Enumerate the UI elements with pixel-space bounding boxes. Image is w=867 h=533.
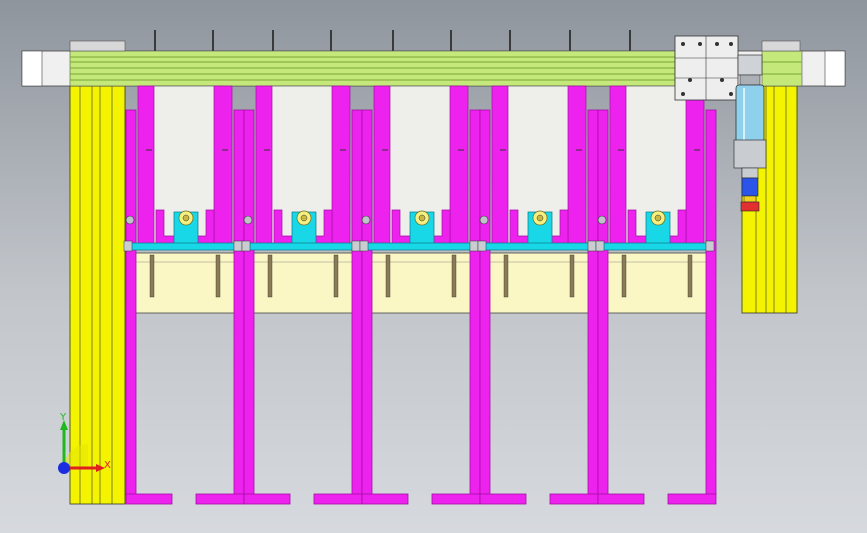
guide-rod — [333, 254, 339, 298]
station-foot-right — [667, 493, 717, 505]
guide-rod — [385, 254, 391, 298]
station-leg-right — [705, 109, 717, 496]
holder-upright-left — [491, 85, 509, 247]
suction-gripper — [740, 177, 760, 212]
station-leg-left — [125, 109, 137, 496]
guide-rod — [687, 254, 693, 298]
guide-rod — [267, 254, 273, 298]
rail-mounting-pins — [154, 30, 631, 51]
plate-end-cap — [233, 240, 243, 252]
transfer-plate — [597, 242, 713, 251]
plate-end-cap — [351, 240, 361, 252]
station-foot-left — [597, 493, 645, 505]
transfer-plate — [479, 242, 595, 251]
plate-end-cap — [587, 240, 597, 252]
guide-rod — [621, 254, 627, 298]
station-leg-right — [233, 109, 245, 496]
guide-rod — [149, 254, 155, 298]
side-screw — [597, 215, 607, 225]
holder-upright-left — [609, 85, 627, 247]
transfer-plate — [361, 242, 477, 251]
clamp-screw-center — [536, 214, 544, 222]
guide-rod — [569, 254, 575, 298]
plate-end-cap — [241, 240, 251, 252]
station-leg-left — [361, 109, 373, 496]
support-column-left — [69, 85, 126, 505]
guide-rod — [215, 254, 221, 298]
pneumatic-cylinder — [733, 54, 767, 179]
station-foot-right — [549, 493, 599, 505]
station-leg-left — [597, 109, 609, 496]
station-leg-left — [479, 109, 491, 496]
holder-upright-right — [685, 85, 705, 247]
holder-upright-left — [373, 85, 391, 247]
side-screw — [125, 215, 135, 225]
station-leg-right — [351, 109, 363, 496]
holder-upright-left — [255, 85, 273, 247]
side-screw — [243, 215, 253, 225]
station-foot-left — [125, 493, 173, 505]
clamp-screw-center — [300, 214, 308, 222]
station-foot-right — [313, 493, 363, 505]
station-leg-right — [469, 109, 481, 496]
y-axis-label: Y — [60, 412, 67, 423]
plate-end-cap — [359, 240, 369, 252]
plate-end-cap — [705, 240, 715, 252]
plate-end-cap — [123, 240, 133, 252]
holder-upright-right — [449, 85, 469, 247]
transfer-plate — [243, 242, 359, 251]
guide-rod — [451, 254, 457, 298]
holder-upright-left — [137, 85, 155, 247]
station-leg-left — [243, 109, 255, 496]
carriage-block — [674, 35, 739, 101]
guide-rod — [503, 254, 509, 298]
holder-upright-right — [567, 85, 587, 247]
station-foot-left — [361, 493, 409, 505]
transfer-plate — [125, 242, 241, 251]
clamp-screw-center — [182, 214, 190, 222]
side-screw — [361, 215, 371, 225]
station-foot-right — [195, 493, 245, 505]
station-leg-right — [587, 109, 599, 496]
plate-end-cap — [469, 240, 479, 252]
plate-end-cap — [595, 240, 605, 252]
holder-upright-right — [213, 85, 233, 247]
machine-assembly-drawing — [21, 30, 846, 505]
plate-end-cap — [477, 240, 487, 252]
holder-upright-right — [331, 85, 351, 247]
station-foot-left — [479, 493, 527, 505]
station-foot-left — [243, 493, 291, 505]
side-screw — [479, 215, 489, 225]
station-foot-right — [431, 493, 481, 505]
clamp-screw-center — [418, 214, 426, 222]
clamp-screw-center — [654, 214, 662, 222]
cad-viewport[interactable]: Y X — [0, 0, 867, 533]
x-axis-label: X — [104, 460, 111, 471]
